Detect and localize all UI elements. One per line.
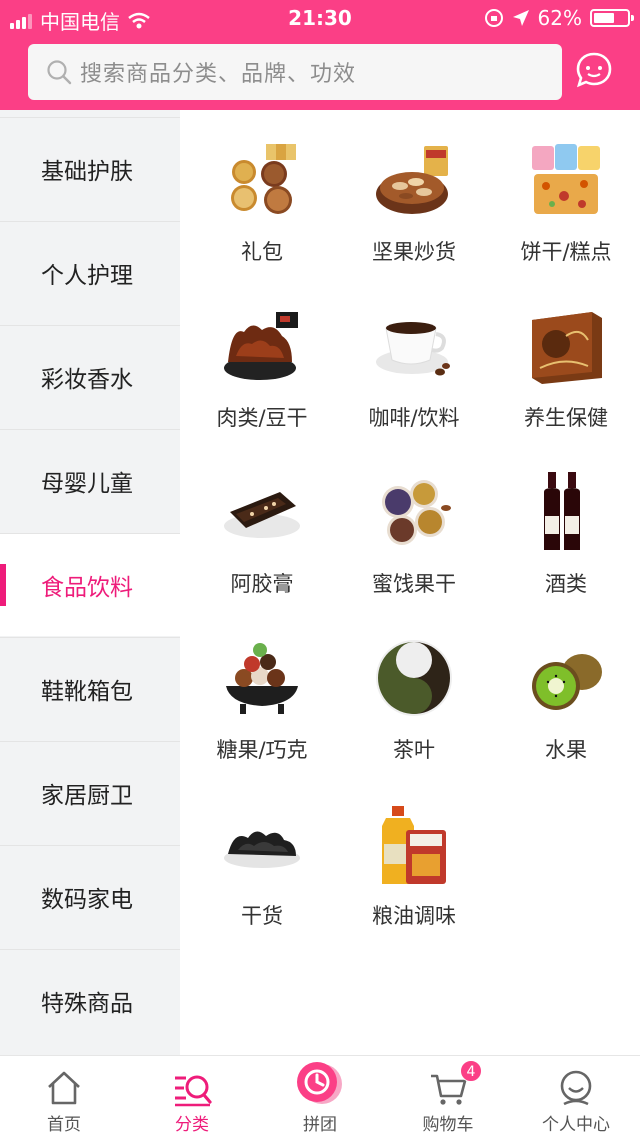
- category-label: 坚果炒货: [372, 240, 456, 264]
- category-label: 水果: [545, 738, 587, 762]
- status-right: 62%: [484, 6, 634, 30]
- sidebar-item-label: 母婴儿童: [41, 471, 133, 497]
- candy-image: [226, 643, 298, 714]
- category-label: 蜜饯果干: [372, 572, 456, 596]
- category-nuts[interactable]: 坚果炒货: [338, 130, 490, 290]
- search-icon: [44, 57, 74, 87]
- tab-home[interactable]: 首页: [0, 1056, 128, 1138]
- category-sidebar: 基础护肤 个人护理 彩妆香水 母婴儿童 食品饮料 鞋靴箱包 家居厨卫 数码家电 …: [0, 110, 180, 1055]
- category-label: 阿胶膏: [230, 572, 294, 596]
- sidebar-item-label: 食品饮料: [41, 575, 133, 601]
- category-coffee[interactable]: 咖啡/饮料: [338, 296, 490, 456]
- category-fruit[interactable]: 水果: [490, 628, 640, 788]
- sidebar-item-shoes-bags[interactable]: 鞋靴箱包: [0, 637, 180, 740]
- header: 中国电信 21:30 62% 搜索商品分类、品牌、功效: [0, 0, 640, 110]
- category-gift-pack[interactable]: 礼包: [186, 130, 338, 290]
- sidebar-item-label: 鞋靴箱包: [41, 679, 133, 705]
- oil-seasoning-image: [382, 806, 446, 884]
- sidebar-item-digital[interactable]: 数码家电: [0, 845, 180, 948]
- tab-label: 分类: [175, 1115, 209, 1135]
- sidebar-item-label: 彩妆香水: [41, 367, 133, 393]
- category-meat[interactable]: 肉类/豆干: [186, 296, 338, 456]
- category-icon: [175, 1075, 212, 1107]
- category-ejiao[interactable]: 阿胶膏: [186, 462, 338, 622]
- category-dried-goods[interactable]: 干货: [186, 794, 338, 954]
- category-health[interactable]: 养生保健: [490, 296, 640, 456]
- battery-percent: 62%: [537, 6, 582, 30]
- kiwi-image: [532, 654, 602, 710]
- health-box-image: [532, 312, 602, 384]
- tab-profile[interactable]: 个人中心: [512, 1056, 640, 1138]
- sidebar-item-special[interactable]: 特殊商品: [0, 949, 180, 1052]
- category-label: 干货: [241, 904, 283, 928]
- category-label: 肉类/豆干: [216, 406, 308, 430]
- location-icon: [512, 10, 529, 26]
- sidebar-item-label: 家居厨卫: [41, 783, 133, 809]
- tab-category[interactable]: 分类: [128, 1056, 256, 1138]
- sidebar-item-personal-care[interactable]: 个人护理: [0, 221, 180, 324]
- category-oil-seasoning[interactable]: 粮油调味: [338, 794, 490, 954]
- tab-label: 拼团: [303, 1115, 337, 1135]
- coffee-image: [376, 322, 450, 376]
- tea-image: [376, 640, 452, 716]
- category-wine[interactable]: 酒类: [490, 462, 640, 622]
- category-label: 茶叶: [393, 738, 435, 762]
- category-tea[interactable]: 茶叶: [338, 628, 490, 788]
- sidebar-item-label: 特殊商品: [41, 991, 133, 1017]
- tab-cart[interactable]: 4 购物车: [384, 1056, 512, 1138]
- nuts-image: [376, 146, 448, 214]
- sidebar-item-makeup[interactable]: 彩妆香水: [0, 325, 180, 428]
- rotation-lock-icon: [484, 9, 503, 27]
- search-placeholder: 搜索商品分类、品牌、功效: [80, 62, 357, 87]
- sidebar-item-mother-baby[interactable]: 母婴儿童: [0, 429, 180, 532]
- tab-group-buy[interactable]: 拼团: [256, 1056, 384, 1138]
- category-label: 酒类: [545, 572, 587, 596]
- category-candy[interactable]: 糖果/巧克: [186, 628, 338, 788]
- status-bar: 中国电信 21:30 62%: [0, 0, 640, 36]
- message-icon[interactable]: [574, 50, 614, 90]
- dried-goods-image: [224, 831, 300, 868]
- tab-label: 首页: [47, 1115, 81, 1135]
- category-biscuits[interactable]: 饼干/糕点: [490, 130, 640, 290]
- sidebar-item-home-kitchen[interactable]: 家居厨卫: [0, 741, 180, 844]
- home-icon: [48, 1071, 80, 1105]
- sidebar-item-label: 数码家电: [41, 887, 133, 913]
- category-label: 咖啡/饮料: [368, 406, 460, 430]
- profile-icon: [560, 1070, 592, 1106]
- category-label: 饼干/糕点: [520, 240, 612, 264]
- category-label: 养生保健: [524, 406, 608, 430]
- biscuits-image: [532, 144, 600, 214]
- gift-pack-image: [231, 144, 296, 214]
- category-dried-fruit[interactable]: 蜜饯果干: [338, 462, 490, 622]
- sidebar-item-skincare[interactable]: 基础护肤: [0, 117, 180, 220]
- group-buy-icon: [297, 1062, 342, 1104]
- meat-image: [224, 312, 298, 380]
- category-label: 粮油调味: [372, 904, 456, 928]
- bottom-tab-bar: 首页 分类 拼团 4 购物车 个人中心: [0, 1055, 640, 1138]
- battery-icon: [590, 9, 634, 27]
- category-label: 糖果/巧克: [216, 738, 308, 762]
- wine-image: [544, 472, 580, 550]
- ejiao-image: [224, 492, 300, 538]
- search-bar[interactable]: 搜索商品分类、品牌、功效: [28, 44, 562, 100]
- category-label: 礼包: [241, 240, 283, 264]
- cart-badge: 4: [460, 1060, 482, 1082]
- sidebar-item-label: 基础护肤: [41, 159, 133, 185]
- tab-label: 购物车: [422, 1115, 474, 1135]
- sidebar-item-food-drink[interactable]: 食品饮料: [0, 533, 180, 636]
- sidebar-item-label: 个人护理: [41, 263, 133, 289]
- tab-label: 个人中心: [542, 1115, 610, 1135]
- app-root: 中国电信 21:30 62% 搜索商品分类、品牌、功效 基础护肤 个人护理 彩妆…: [0, 0, 640, 1138]
- dried-fruit-image: [382, 480, 451, 545]
